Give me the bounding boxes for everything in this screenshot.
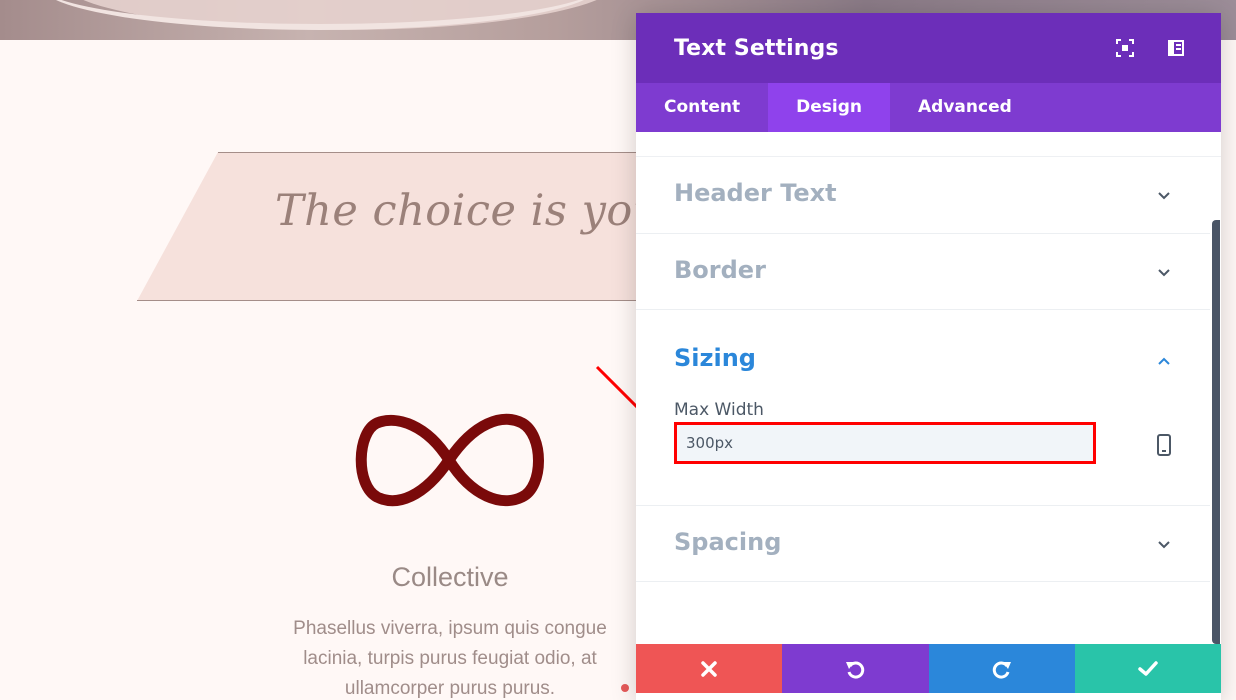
modal-title: Text Settings — [674, 35, 839, 61]
modal-body: Header Text Border Sizing Max Width 300p… — [636, 132, 1221, 644]
feature-title: Collective — [391, 562, 509, 592]
cancel-button[interactable] — [636, 644, 783, 693]
section-border[interactable]: Border — [636, 234, 1210, 310]
scrollbar[interactable] — [1212, 220, 1220, 644]
chevron-down-icon[interactable] — [1156, 265, 1172, 281]
redo-icon — [992, 661, 1011, 679]
tab-advanced[interactable]: Advanced — [890, 83, 1040, 132]
text-settings-modal: Text Settings Content Design Advanced He… — [636, 13, 1221, 700]
close-icon — [701, 660, 717, 677]
modal-header: Text Settings — [636, 13, 1221, 83]
section-title: Border — [674, 256, 766, 284]
section-spacing[interactable]: Spacing — [636, 506, 1210, 582]
chevron-down-icon[interactable] — [1156, 188, 1172, 204]
chevron-up-icon[interactable] — [1156, 353, 1172, 369]
modal-footer — [636, 644, 1221, 693]
undo-icon — [846, 661, 865, 679]
max-width-label: Max Width — [674, 400, 764, 420]
tab-design[interactable]: Design — [768, 83, 891, 132]
expand-icon[interactable] — [1115, 38, 1135, 58]
undo-button[interactable] — [782, 644, 929, 693]
settings-tabs: Content Design Advanced — [636, 83, 1221, 132]
infinity-icon — [355, 413, 544, 507]
section-indicator-dot[interactable] — [621, 684, 629, 692]
redo-button[interactable] — [928, 644, 1075, 693]
split-view-icon[interactable] — [1166, 38, 1186, 58]
check-icon — [1138, 660, 1158, 676]
hero-image-highlight — [40, 0, 600, 30]
save-button[interactable] — [1074, 644, 1221, 693]
chevron-down-icon[interactable] — [1156, 537, 1172, 553]
annotation-highlight-box — [674, 422, 1096, 464]
section-header-text[interactable]: Header Text — [636, 157, 1210, 234]
mobile-device-icon[interactable] — [1157, 434, 1171, 456]
section-title[interactable]: Sizing — [674, 344, 756, 372]
section-title: Header Text — [674, 179, 837, 207]
feature-description: Phasellus viverra, ipsum quis congue lac… — [293, 618, 607, 699]
tab-content[interactable]: Content — [636, 83, 768, 132]
quote-banner: The choice is yours — [137, 152, 704, 301]
section-title: Spacing — [674, 528, 782, 556]
